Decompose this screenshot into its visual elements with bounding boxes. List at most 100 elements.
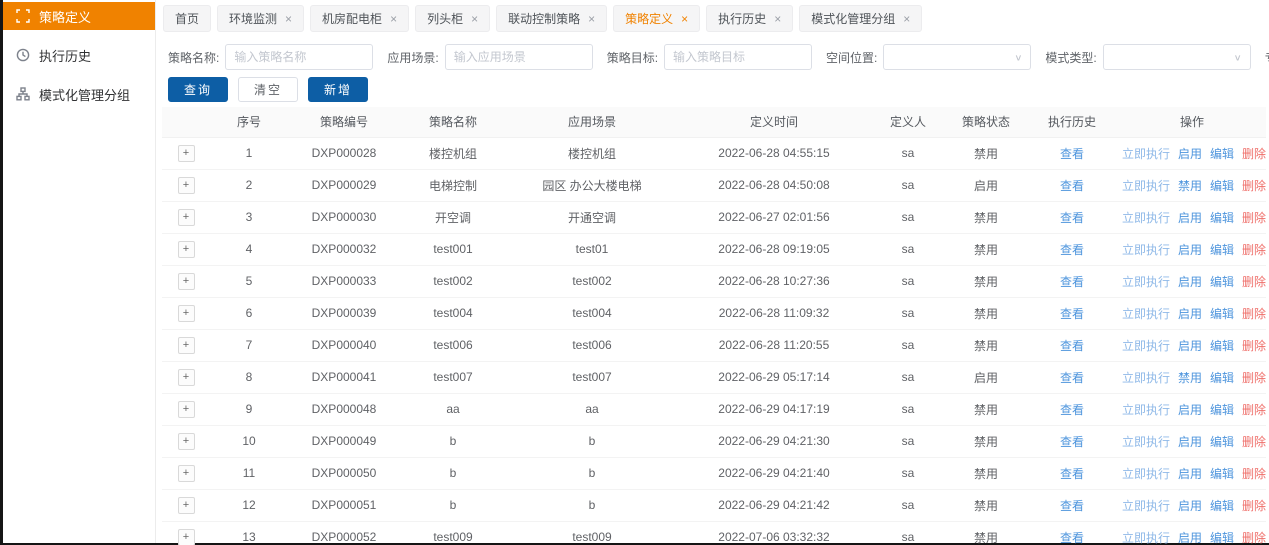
tab-3[interactable]: 机房配电柜× — [310, 5, 409, 32]
toggle-status-link[interactable]: 启用 — [1178, 467, 1202, 481]
toggle-status-link[interactable]: 启用 — [1178, 275, 1202, 289]
expand-row-button[interactable]: + — [178, 337, 195, 354]
toggle-status-link[interactable]: 启用 — [1178, 307, 1202, 321]
view-history-link[interactable]: 查看 — [1060, 499, 1084, 513]
expand-row-button[interactable]: + — [178, 305, 195, 322]
delete-link[interactable]: 删除 — [1242, 307, 1266, 321]
view-history-link[interactable]: 查看 — [1060, 147, 1084, 161]
view-history-link[interactable]: 查看 — [1060, 435, 1084, 449]
view-history-link[interactable]: 查看 — [1060, 243, 1084, 257]
view-history-link[interactable]: 查看 — [1060, 403, 1084, 417]
execute-now-link[interactable]: 立即执行 — [1122, 243, 1170, 257]
close-icon[interactable]: × — [285, 13, 292, 25]
view-history-link[interactable]: 查看 — [1060, 339, 1084, 353]
tab-6[interactable]: 策略定义× — [613, 5, 700, 32]
delete-link[interactable]: 删除 — [1242, 243, 1266, 257]
expand-row-button[interactable]: + — [178, 497, 195, 514]
execute-now-link[interactable]: 立即执行 — [1122, 179, 1170, 193]
expand-row-button[interactable]: + — [178, 177, 195, 194]
view-history-link[interactable]: 查看 — [1060, 531, 1084, 545]
edit-link[interactable]: 编辑 — [1210, 179, 1234, 193]
execute-now-link[interactable]: 立即执行 — [1122, 307, 1170, 321]
edit-link[interactable]: 编辑 — [1210, 531, 1234, 545]
expand-row-button[interactable]: + — [178, 401, 195, 418]
execute-now-link[interactable]: 立即执行 — [1122, 467, 1170, 481]
expand-row-button[interactable]: + — [178, 209, 195, 226]
edit-link[interactable]: 编辑 — [1210, 339, 1234, 353]
tab-2[interactable]: 环境监测× — [217, 5, 304, 32]
delete-link[interactable]: 删除 — [1242, 371, 1266, 385]
tab-1[interactable]: 首页 — [163, 5, 211, 32]
delete-link[interactable]: 删除 — [1242, 275, 1266, 289]
execute-now-link[interactable]: 立即执行 — [1122, 339, 1170, 353]
toggle-status-link[interactable]: 启用 — [1178, 435, 1202, 449]
clear-button[interactable]: 清空 — [238, 77, 298, 102]
view-history-link[interactable]: 查看 — [1060, 211, 1084, 225]
execute-now-link[interactable]: 立即执行 — [1122, 403, 1170, 417]
close-icon[interactable]: × — [588, 13, 595, 25]
edit-link[interactable]: 编辑 — [1210, 435, 1234, 449]
execute-now-link[interactable]: 立即执行 — [1122, 371, 1170, 385]
close-icon[interactable]: × — [681, 13, 688, 25]
edit-link[interactable]: 编辑 — [1210, 307, 1234, 321]
toggle-status-link[interactable]: 启用 — [1178, 531, 1202, 545]
delete-link[interactable]: 删除 — [1242, 499, 1266, 513]
edit-link[interactable]: 编辑 — [1210, 499, 1234, 513]
view-history-link[interactable]: 查看 — [1060, 275, 1084, 289]
close-icon[interactable]: × — [390, 13, 397, 25]
view-history-link[interactable]: 查看 — [1060, 371, 1084, 385]
sidebar-item-3[interactable]: 模式化管理分组 — [3, 80, 155, 108]
toggle-status-link[interactable]: 禁用 — [1178, 371, 1202, 385]
filter-input-2[interactable] — [445, 44, 593, 70]
tab-7[interactable]: 执行历史× — [706, 5, 793, 32]
close-icon[interactable]: × — [471, 13, 478, 25]
execute-now-link[interactable]: 立即执行 — [1122, 499, 1170, 513]
filter-input-1[interactable] — [225, 44, 373, 70]
expand-row-button[interactable]: + — [178, 273, 195, 290]
edit-link[interactable]: 编辑 — [1210, 275, 1234, 289]
sidebar-item-2[interactable]: 执行历史 — [3, 41, 155, 69]
delete-link[interactable]: 删除 — [1242, 339, 1266, 353]
add-button[interactable]: 新增 — [308, 77, 368, 102]
execute-now-link[interactable]: 立即执行 — [1122, 275, 1170, 289]
execute-now-link[interactable]: 立即执行 — [1122, 147, 1170, 161]
close-icon[interactable]: × — [774, 13, 781, 25]
toggle-status-link[interactable]: 禁用 — [1178, 179, 1202, 193]
expand-row-button[interactable]: + — [178, 241, 195, 258]
delete-link[interactable]: 删除 — [1242, 179, 1266, 193]
view-history-link[interactable]: 查看 — [1060, 467, 1084, 481]
tab-8[interactable]: 模式化管理分组× — [799, 5, 922, 32]
execute-now-link[interactable]: 立即执行 — [1122, 211, 1170, 225]
toggle-status-link[interactable]: 启用 — [1178, 211, 1202, 225]
tab-4[interactable]: 列头柜× — [415, 5, 490, 32]
delete-link[interactable]: 删除 — [1242, 403, 1266, 417]
edit-link[interactable]: 编辑 — [1210, 403, 1234, 417]
expand-row-button[interactable]: + — [178, 369, 195, 386]
close-icon[interactable]: × — [903, 13, 910, 25]
edit-link[interactable]: 编辑 — [1210, 147, 1234, 161]
delete-link[interactable]: 删除 — [1242, 211, 1266, 225]
delete-link[interactable]: 删除 — [1242, 147, 1266, 161]
toggle-status-link[interactable]: 启用 — [1178, 499, 1202, 513]
delete-link[interactable]: 删除 — [1242, 435, 1266, 449]
edit-link[interactable]: 编辑 — [1210, 467, 1234, 481]
tab-5[interactable]: 联动控制策略× — [496, 5, 607, 32]
sidebar-item-1[interactable]: 策略定义 — [3, 2, 155, 30]
filter-input-3[interactable] — [664, 44, 812, 70]
delete-link[interactable]: 删除 — [1242, 467, 1266, 481]
edit-link[interactable]: 编辑 — [1210, 243, 1234, 257]
toggle-status-link[interactable]: 启用 — [1178, 147, 1202, 161]
toggle-status-link[interactable]: 启用 — [1178, 403, 1202, 417]
view-history-link[interactable]: 查看 — [1060, 179, 1084, 193]
filter-select-4[interactable]: ∨ — [883, 44, 1031, 70]
expand-row-button[interactable]: + — [178, 529, 195, 545]
toggle-status-link[interactable]: 启用 — [1178, 339, 1202, 353]
view-history-link[interactable]: 查看 — [1060, 307, 1084, 321]
edit-link[interactable]: 编辑 — [1210, 211, 1234, 225]
filter-select-5[interactable]: ∨ — [1103, 44, 1251, 70]
edit-link[interactable]: 编辑 — [1210, 371, 1234, 385]
delete-link[interactable]: 删除 — [1242, 531, 1266, 545]
expand-row-button[interactable]: + — [178, 433, 195, 450]
expand-row-button[interactable]: + — [178, 465, 195, 482]
query-button[interactable]: 查询 — [168, 77, 228, 102]
